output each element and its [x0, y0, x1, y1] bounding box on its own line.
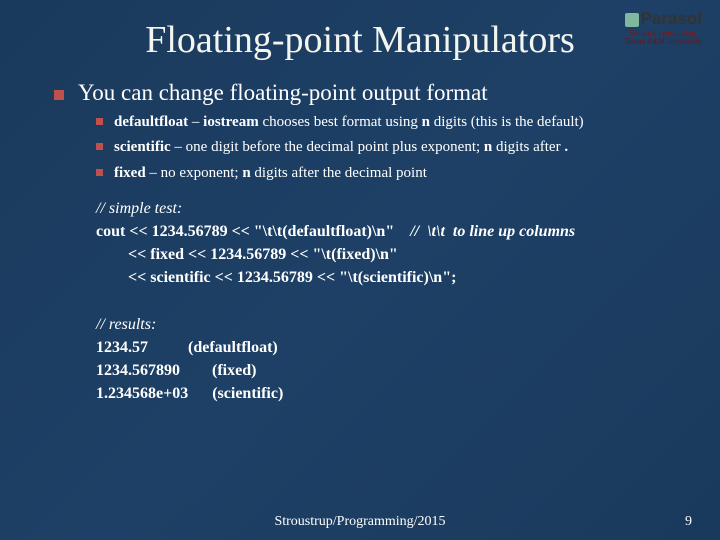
slide-title: Floating-point Manipulators — [0, 0, 720, 62]
main-bullet-item: You can change floating-point output for… — [54, 80, 680, 183]
page-number: 9 — [685, 514, 692, 530]
slide-content: You can change floating-point output for… — [0, 62, 720, 405]
result-line: 1234.57 (defaultfloat) — [96, 336, 680, 359]
logo: Parasol Smarter computing. Texas A&M Uni… — [625, 10, 702, 46]
footer-text: Stroustrup/Programming/2015 — [0, 514, 720, 530]
logo-affiliation: Texas A&M University — [625, 38, 702, 46]
sub-bullet-item: defaultfloat – iostream chooses best for… — [96, 112, 680, 132]
sub-bullet-item: scientific – one digit before the decima… — [96, 137, 680, 157]
code-comment: // results: — [96, 313, 680, 336]
logo-accent-icon — [625, 13, 639, 27]
code-blank — [96, 290, 680, 313]
code-line: << scientific << 1234.56789 << "\t(scien… — [96, 266, 680, 289]
main-bullet-text: You can change floating-point output for… — [78, 80, 488, 105]
code-block: // simple test: cout << 1234.56789 << "\… — [96, 197, 680, 406]
code-line: << fixed << 1234.56789 << "\t(fixed)\n" — [96, 243, 680, 266]
result-line: 1234.567890 (fixed) — [96, 359, 680, 382]
logo-brand: Parasol — [641, 9, 702, 28]
result-line: 1.234568e+03 (scientific) — [96, 382, 680, 405]
code-comment: // simple test: — [96, 197, 680, 220]
sub-bullet-item: fixed – no exponent; n digits after the … — [96, 163, 680, 183]
code-line: cout << 1234.56789 << "\t\t(defaultfloat… — [96, 220, 680, 243]
